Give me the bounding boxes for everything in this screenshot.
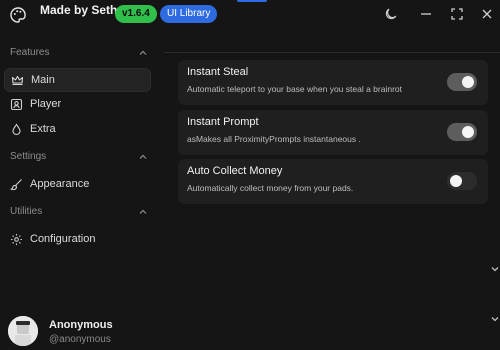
crown-icon [11, 75, 24, 86]
sidebar-item-extra[interactable]: Extra [4, 118, 151, 142]
version-badge: v1.6.4 [115, 5, 157, 23]
chevron-down-icon[interactable] [490, 264, 500, 274]
toggle-knob [462, 76, 474, 88]
brush-icon [10, 179, 22, 191]
main-content: Instant Steal Automatic teleport to your… [160, 34, 500, 350]
toggle-knob [450, 175, 462, 187]
toggle-title: Auto Collect Money [187, 165, 283, 177]
divider [164, 52, 500, 53]
toggle-knob [462, 126, 474, 138]
sidebar-item-configuration[interactable]: Configuration [4, 228, 151, 252]
chevron-up-icon[interactable] [138, 48, 148, 58]
app-title: Made by Seth [40, 3, 118, 17]
section-label: Utilities [10, 206, 43, 217]
toggle-card-auto-collect-money[interactable]: Auto Collect Money Automatically collect… [178, 159, 488, 204]
toggle-title: Instant Steal [187, 66, 249, 78]
section-utilities[interactable]: Utilities [10, 206, 150, 222]
instant-prompt-toggle[interactable] [447, 123, 477, 141]
title-bar: Made by Seth v1.6.4 UI Library [0, 0, 500, 34]
user-profile[interactable]: Anonymous @anonymous [8, 316, 158, 350]
sidebar-item-label: Configuration [30, 233, 96, 245]
maximize-icon[interactable] [449, 6, 465, 22]
sidebar-item-player[interactable]: Player [4, 93, 151, 117]
sidebar-item-label: Appearance [30, 178, 90, 190]
chevron-up-icon[interactable] [138, 152, 148, 162]
user-icon [10, 98, 23, 111]
close-icon[interactable] [479, 6, 495, 22]
palette-icon [10, 7, 26, 23]
toggle-card-instant-steal[interactable]: Instant Steal Automatic teleport to your… [178, 60, 488, 105]
avatar-figure-icon [8, 316, 38, 346]
sidebar: Features Main Player Extra Settings Appe… [0, 34, 160, 350]
section-label: Features [10, 47, 50, 58]
sidebar-item-label: Extra [30, 123, 56, 135]
sidebar-item-appearance[interactable]: Appearance [4, 173, 151, 197]
profile-handle: @anonymous [49, 334, 111, 345]
theme-moon-icon[interactable] [383, 6, 399, 22]
toggle-description: asMakes all ProximityPrompts instantaneo… [187, 134, 361, 144]
chevron-up-icon[interactable] [138, 207, 148, 217]
toggle-description: Automatic teleport to your base when you… [187, 84, 402, 94]
ui-library-badge[interactable]: UI Library [160, 5, 218, 23]
sidebar-item-main[interactable]: Main [4, 68, 151, 92]
droplet-icon [12, 123, 21, 136]
toggle-description: Automatically collect money from your pa… [187, 183, 354, 193]
avatar [8, 316, 38, 346]
section-label: Settings [10, 151, 47, 162]
chevron-down-icon[interactable] [490, 314, 500, 324]
drag-handle[interactable] [237, 0, 267, 2]
section-settings[interactable]: Settings [10, 151, 150, 167]
app-window: Made by Seth v1.6.4 UI Library Features … [0, 0, 500, 350]
profile-name: Anonymous [49, 319, 113, 331]
gear-icon [11, 234, 22, 245]
toggle-title: Instant Prompt [187, 116, 259, 128]
sidebar-item-label: Main [31, 74, 55, 86]
minimize-icon[interactable] [418, 6, 434, 22]
sidebar-item-label: Player [30, 98, 62, 110]
section-features[interactable]: Features [10, 47, 150, 63]
auto-collect-money-toggle[interactable] [447, 172, 477, 190]
toggle-card-instant-prompt[interactable]: Instant Prompt asMakes all ProximityProm… [178, 110, 488, 155]
instant-steal-toggle[interactable] [447, 73, 477, 91]
